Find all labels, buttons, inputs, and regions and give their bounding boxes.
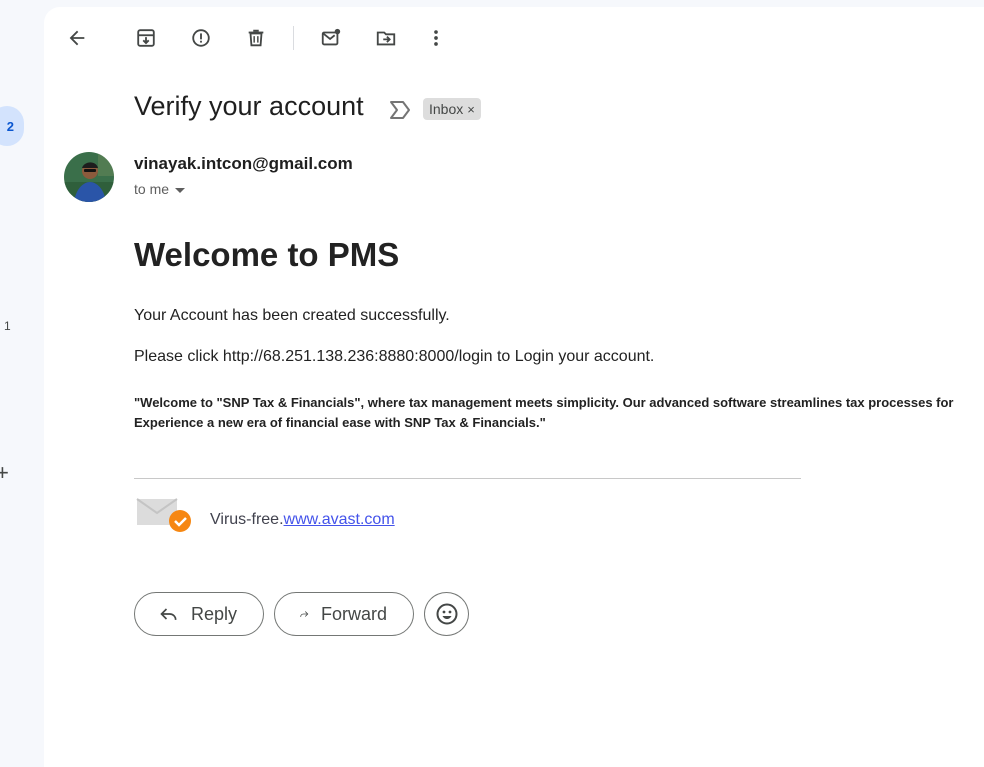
avast-link[interactable]: www.avast.com — [284, 511, 395, 528]
reply-button[interactable]: Reply — [134, 592, 264, 636]
emoji-reaction-button[interactable] — [424, 592, 469, 636]
email-subject: Verify your account — [134, 91, 364, 121]
label-chip-inbox: Inbox × — [423, 98, 481, 120]
remove-label-icon[interactable]: × — [467, 102, 475, 117]
show-details-icon[interactable] — [175, 187, 186, 193]
email-panel: Verify your account Inbox × vinayak.intc… — [44, 7, 984, 767]
delete-icon[interactable] — [238, 20, 274, 56]
forward-button[interactable]: Forward — [274, 592, 414, 636]
move-to-icon[interactable] — [368, 20, 404, 56]
more-vert-icon[interactable] — [418, 20, 454, 56]
virus-free-text: Virus-free. — [210, 511, 284, 528]
toolbar-divider — [293, 26, 294, 50]
unread-count-badge[interactable]: 2 — [0, 106, 24, 146]
recipient-text: to me — [134, 181, 170, 197]
reply-label: Reply — [190, 603, 237, 624]
sender-address: vinayak.intcon@gmail.com — [134, 154, 353, 173]
email-line-2: Please click http://68.251.138.236:8880:… — [134, 348, 655, 365]
label-chip-text: Inbox — [429, 101, 464, 117]
email-heading: Welcome to PMS — [134, 236, 400, 273]
recipient-line: to me — [134, 181, 186, 197]
important-marker-icon[interactable] — [389, 100, 411, 120]
add-icon[interactable]: + — [0, 462, 9, 484]
email-quote-line-2: Experience a new era of financial ease w… — [134, 415, 546, 430]
reply-icon — [160, 608, 177, 620]
forward-label: Forward — [320, 603, 387, 624]
avast-mail-check-icon — [136, 498, 191, 532]
signature-divider — [134, 478, 801, 479]
avatar[interactable] — [64, 152, 114, 202]
mark-unread-icon[interactable] — [313, 20, 349, 56]
report-spam-icon[interactable] — [183, 20, 219, 56]
archive-icon[interactable] — [128, 20, 164, 56]
forward-icon — [300, 611, 309, 617]
left-rail: 2 1 + — [0, 0, 44, 747]
back-arrow-icon[interactable] — [59, 20, 95, 56]
emoji-icon — [436, 603, 457, 625]
virus-free-line: Virus-free.www.avast.com — [210, 511, 395, 529]
email-line-1: Your Account has been created successful… — [134, 307, 450, 324]
email-quote-line-1: "Welcome to "SNP Tax & Financials", wher… — [134, 395, 954, 410]
email-quote: "Welcome to "SNP Tax & Financials", wher… — [134, 393, 954, 433]
rail-count: 1 — [4, 319, 11, 333]
